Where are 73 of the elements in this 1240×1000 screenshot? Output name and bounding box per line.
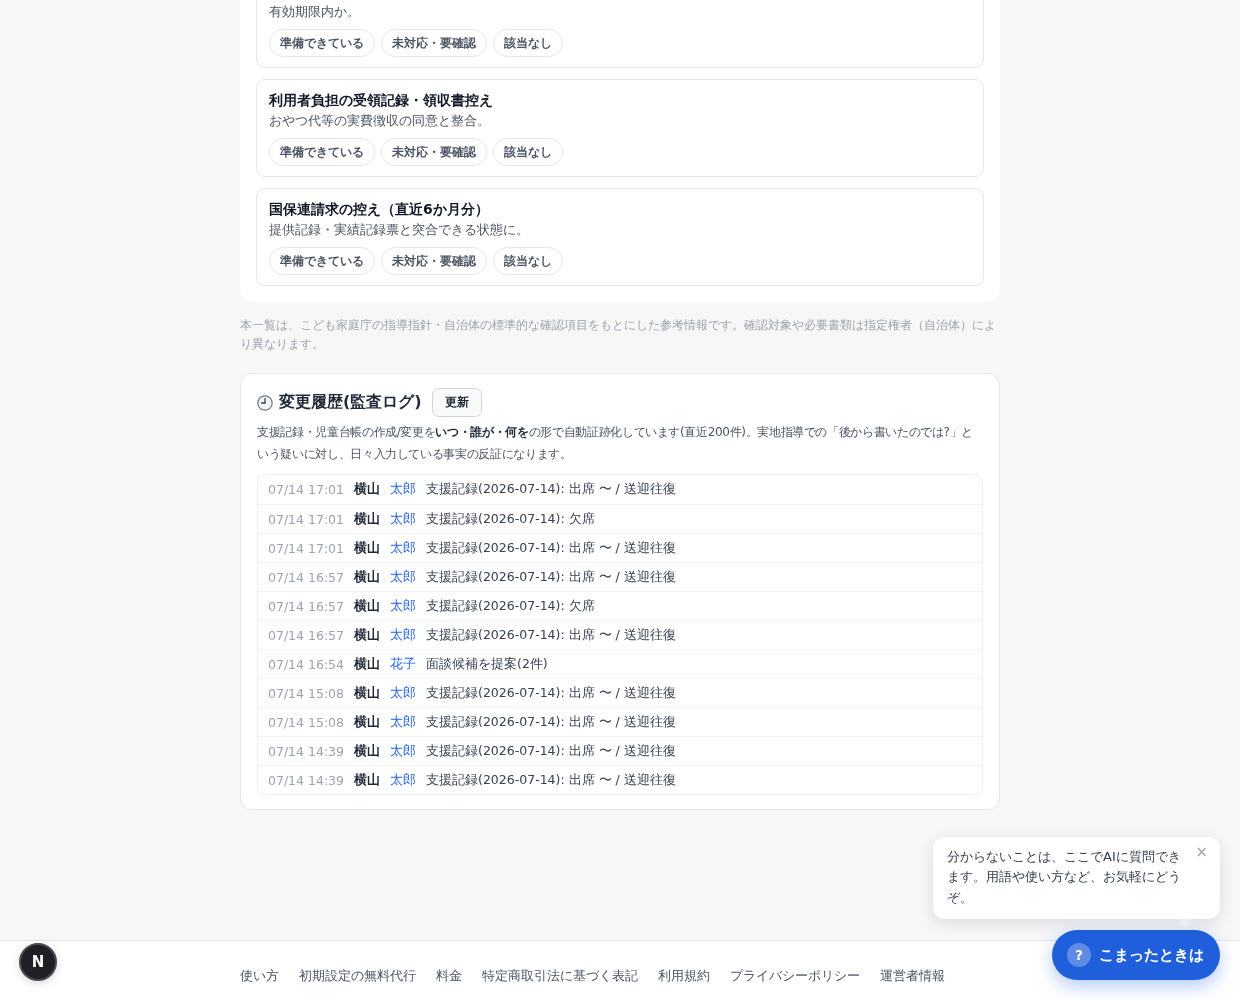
log-action: 支援記録(2026-07-14): 出席 〜 / 送迎往復 bbox=[426, 481, 676, 498]
footer-link[interactable]: 運営者情報 bbox=[880, 966, 945, 986]
status-option[interactable]: 該当なし bbox=[493, 29, 563, 57]
status-option[interactable]: 未対応・要確認 bbox=[381, 29, 487, 57]
log-actor: 横山 bbox=[354, 742, 381, 760]
log-child-name: 花子 bbox=[390, 655, 417, 673]
status-option[interactable]: 未対応・要確認 bbox=[381, 247, 487, 275]
log-actor: 横山 bbox=[354, 684, 381, 702]
log-child-name: 太郎 bbox=[390, 510, 417, 528]
log-action: 支援記録(2026-07-14): 出席 〜 / 送迎往復 bbox=[426, 568, 676, 586]
log-time: 07/14 14:39 bbox=[268, 772, 345, 788]
audit-log-description: 支援記録・児童台帳の作成/変更をいつ・誰が・何をの形で自動証跡化しています(直近200件)。実地指導での「後から書いたのでは?」という疑いに対し、日々入力している事実の反証になります。 bbox=[257, 424, 974, 463]
question-icon: ? bbox=[1067, 943, 1091, 967]
log-child-name: 太郎 bbox=[390, 684, 417, 702]
footer-link[interactable]: 料金 bbox=[436, 966, 462, 986]
log-child-name: 太郎 bbox=[390, 539, 417, 557]
log-child-name: 太郎 bbox=[390, 568, 417, 586]
log-action: 支援記録(2026-07-14): 出席 〜 / 送迎往復 bbox=[426, 713, 676, 731]
status-option[interactable]: 該当なし bbox=[493, 138, 563, 166]
log-time: 07/14 17:01 bbox=[268, 511, 345, 527]
log-time: 07/14 16:57 bbox=[268, 627, 345, 643]
footer-link[interactable]: プライバシーポリシー bbox=[730, 966, 860, 986]
log-child-name: 太郎 bbox=[390, 597, 417, 615]
status-option[interactable]: 準備できている bbox=[269, 247, 375, 275]
log-child-name: 太郎 bbox=[390, 771, 417, 789]
log-action: 支援記録(2026-07-14): 欠席 bbox=[426, 597, 595, 615]
item-description: おやつ代等の実費徴収の同意と整合。 bbox=[269, 112, 491, 130]
log-time: 07/14 17:01 bbox=[268, 482, 345, 497]
footer-link[interactable]: 利用規約 bbox=[658, 966, 710, 986]
log-actor: 横山 bbox=[354, 626, 381, 644]
footer-link[interactable]: 初期設定の無料代行 bbox=[299, 966, 416, 986]
log-actor: 横山 bbox=[354, 481, 381, 498]
log-actor: 横山 bbox=[354, 568, 381, 586]
log-actor: 横山 bbox=[354, 510, 381, 528]
log-time: 07/14 17:01 bbox=[268, 540, 345, 556]
log-time: 07/14 15:08 bbox=[268, 685, 345, 701]
log-time: 07/14 15:08 bbox=[268, 714, 345, 730]
log-child-name: 太郎 bbox=[390, 713, 417, 731]
log-actor: 横山 bbox=[354, 597, 381, 615]
log-time: 07/14 16:54 bbox=[268, 656, 345, 672]
log-action: 支援記録(2026-07-14): 出席 〜 / 送迎往復 bbox=[426, 626, 676, 644]
item-description: 提供記録・実績記録票と突合できる状態に。 bbox=[269, 221, 530, 239]
clock-icon bbox=[257, 394, 273, 411]
log-actor: 横山 bbox=[354, 771, 381, 789]
item-description: 有効期限内か。 bbox=[269, 3, 361, 21]
log-action: 支援記録(2026-07-14): 出席 〜 / 送迎往復 bbox=[426, 771, 676, 789]
audit-log-title: 変更履歴(監査ログ) bbox=[279, 392, 422, 413]
item-title: 国保連請求の控え（直近6か月分） bbox=[269, 200, 490, 219]
log-child-name: 太郎 bbox=[390, 626, 417, 644]
log-time: 07/14 16:57 bbox=[268, 598, 345, 614]
log-actor: 横山 bbox=[354, 655, 381, 673]
log-time: 07/14 14:39 bbox=[268, 743, 345, 759]
reference-note: 本一覧は、こども家庭庁の指導指針・自治体の標準的な確認項目をもとにした参考情報です。確認対象や必要書類は指定権者（自治体）により異なります。 bbox=[240, 317, 997, 353]
log-child-name: 太郎 bbox=[390, 742, 417, 760]
log-action: 支援記録(2026-07-14): 出席 〜 / 送迎往復 bbox=[426, 539, 676, 557]
footer-link[interactable]: 特定商取引法に基づく表記 bbox=[482, 966, 638, 986]
log-action: 面談候補を提案(2件) bbox=[426, 655, 548, 673]
log-time: 07/14 16:57 bbox=[268, 569, 345, 585]
log-action: 支援記録(2026-07-14): 出席 〜 / 送迎往復 bbox=[426, 742, 676, 760]
log-action: 支援記録(2026-07-14): 欠席 bbox=[426, 510, 595, 528]
refresh-button[interactable]: 更新 bbox=[431, 388, 482, 417]
help-button[interactable]: ? こまったときは bbox=[1052, 930, 1220, 980]
log-actor: 横山 bbox=[354, 539, 381, 557]
item-title: 利用者負担の受領記録・領収書控え bbox=[269, 91, 494, 110]
status-option[interactable]: 未対応・要確認 bbox=[381, 138, 487, 166]
status-option[interactable]: 該当なし bbox=[493, 247, 563, 275]
status-option[interactable]: 準備できている bbox=[269, 138, 375, 166]
footer-link[interactable]: 使い方 bbox=[240, 966, 279, 986]
help-message: 分からないことは、ここでAIに質問できます。用語や使い方など、お気軽にどうぞ。 bbox=[947, 847, 1182, 907]
log-actor: 横山 bbox=[354, 713, 381, 731]
log-child-name: 太郎 bbox=[390, 481, 417, 498]
log-action: 支援記録(2026-07-14): 出席 〜 / 送迎往復 bbox=[426, 684, 676, 702]
status-option[interactable]: 準備できている bbox=[269, 29, 375, 57]
